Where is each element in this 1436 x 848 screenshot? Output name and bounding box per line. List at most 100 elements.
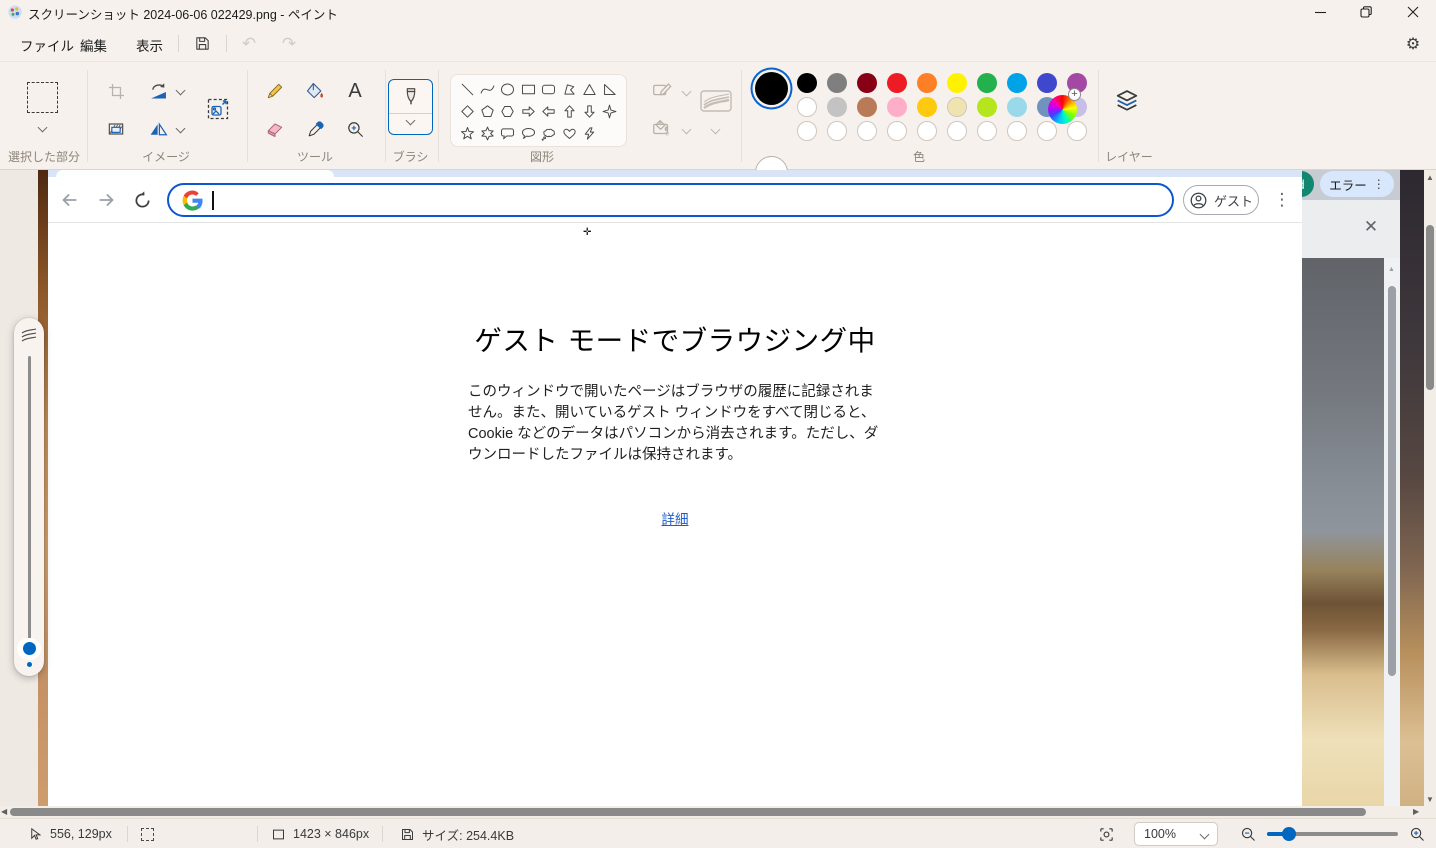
pencil-icon[interactable] xyxy=(260,76,290,106)
palette-swatch-ff7f27[interactable] xyxy=(917,73,937,93)
close-button[interactable] xyxy=(1390,0,1436,24)
shape-ellipse-icon[interactable] xyxy=(498,80,517,99)
palette-swatch-empty-6[interactable] xyxy=(977,121,997,141)
shape-star-six-icon[interactable] xyxy=(478,124,497,143)
palette-swatch-empty-9[interactable] xyxy=(1067,121,1087,141)
palette-swatch-3f48cc[interactable] xyxy=(1037,73,1057,93)
scroll-right-arrow-icon[interactable]: ▶ xyxy=(1413,806,1419,818)
zoom-in-icon[interactable] xyxy=(1409,826,1426,843)
shape-fill-chevron-icon[interactable] xyxy=(682,125,692,135)
palette-swatch-fff200[interactable] xyxy=(947,73,967,93)
palette-swatch-000000[interactable] xyxy=(797,73,817,93)
color1-swatch[interactable] xyxy=(755,72,788,105)
brush-size-track[interactable] xyxy=(28,356,31,652)
rotate-icon[interactable] xyxy=(143,76,173,106)
brush-chevron-icon xyxy=(406,116,416,126)
selection-chevron-icon[interactable] xyxy=(38,123,48,133)
undo-icon[interactable]: ↶ xyxy=(236,31,262,56)
palette-swatch-ffaec9[interactable] xyxy=(887,97,907,117)
palette-swatch-b97a57[interactable] xyxy=(857,97,877,117)
shape-speech-cloud-icon[interactable] xyxy=(539,124,558,143)
shape-star-four-icon[interactable] xyxy=(600,102,619,121)
shape-heart-icon[interactable] xyxy=(560,124,579,143)
flip-chevron-icon[interactable] xyxy=(176,124,186,134)
minimize-button[interactable] xyxy=(1297,0,1343,24)
palette-swatch-empty-5[interactable] xyxy=(947,121,967,141)
vertical-scrollbar[interactable]: ▲ ▼ xyxy=(1424,170,1436,818)
palette-swatch-880015[interactable] xyxy=(857,73,877,93)
palette-swatch-empty-4[interactable] xyxy=(917,121,937,141)
magnifier-icon[interactable] xyxy=(340,114,370,144)
zoom-level-dropdown[interactable]: 100% xyxy=(1134,822,1218,846)
shape-rounded-rectangle-icon[interactable] xyxy=(539,80,558,99)
shape-arrow-up-icon[interactable] xyxy=(560,102,579,121)
palette-swatch-00a2e8[interactable] xyxy=(1007,73,1027,93)
shape-diamond-icon[interactable] xyxy=(458,102,477,121)
settings-gear-icon[interactable]: ⚙ xyxy=(1400,31,1426,56)
selection-tool[interactable] xyxy=(27,82,58,113)
vertical-scrollbar-thumb[interactable] xyxy=(1426,225,1434,390)
palette-swatch-ffc90e[interactable] xyxy=(917,97,937,117)
rotate-chevron-icon[interactable] xyxy=(176,86,186,96)
shape-arrow-down-icon[interactable] xyxy=(580,102,599,121)
resize-skew-icon[interactable] xyxy=(101,114,131,144)
resize-image-icon[interactable] xyxy=(203,94,233,124)
shape-hexagon-icon[interactable] xyxy=(498,102,517,121)
palette-swatch-ed1c24[interactable] xyxy=(887,73,907,93)
horizontal-scrollbar[interactable]: ◀ ▶ xyxy=(0,806,1424,818)
shape-arrow-right-icon[interactable] xyxy=(519,102,538,121)
menu-edit[interactable]: 編集 xyxy=(72,32,115,56)
shape-triangle-icon[interactable] xyxy=(580,80,599,99)
palette-swatch-ffffff[interactable] xyxy=(797,97,817,117)
zoom-out-icon[interactable] xyxy=(1240,826,1257,843)
palette-swatch-empty-3[interactable] xyxy=(887,121,907,141)
palette-swatch-empty-0[interactable] xyxy=(797,121,817,141)
layers-icon[interactable] xyxy=(1113,87,1143,117)
palette-swatch-empty-1[interactable] xyxy=(827,121,847,141)
scroll-left-arrow-icon[interactable]: ◀ xyxy=(1,806,7,818)
color-picker-icon[interactable] xyxy=(300,114,330,144)
palette-swatch-c3c3c3[interactable] xyxy=(827,97,847,117)
palette-swatch-empty-2[interactable] xyxy=(857,121,877,141)
fit-to-window-icon[interactable] xyxy=(1098,826,1115,843)
brush-tool-button[interactable] xyxy=(388,79,433,135)
redo-icon[interactable]: ↷ xyxy=(276,31,302,56)
menu-view[interactable]: 表示 xyxy=(128,32,171,56)
scroll-down-arrow-icon[interactable]: ▼ xyxy=(1426,794,1434,806)
shape-arrow-left-icon[interactable] xyxy=(539,102,558,121)
eraser-icon[interactable] xyxy=(260,114,290,144)
save-icon[interactable] xyxy=(189,31,215,56)
shape-speech-rectangle-icon[interactable] xyxy=(498,124,517,143)
scroll-up-arrow-icon[interactable]: ▲ xyxy=(1426,172,1434,184)
palette-swatch-7f7f7f[interactable] xyxy=(827,73,847,93)
shape-speech-oval-icon[interactable] xyxy=(519,124,538,143)
crop-icon[interactable] xyxy=(101,76,131,106)
shape-polygon-icon[interactable] xyxy=(560,80,579,99)
maximize-button[interactable] xyxy=(1343,0,1389,24)
text-tool-icon[interactable]: A xyxy=(340,76,370,106)
shape-lightning-icon[interactable] xyxy=(580,124,599,143)
fill-bucket-icon[interactable] xyxy=(300,76,330,106)
palette-swatch-22b14c[interactable] xyxy=(977,73,997,93)
shape-curve-icon[interactable] xyxy=(478,80,497,99)
zoom-slider-knob[interactable] xyxy=(1282,827,1296,841)
shape-star-five-icon[interactable] xyxy=(458,124,477,143)
palette-swatch-99d9ea[interactable] xyxy=(1007,97,1027,117)
flip-icon[interactable] xyxy=(143,114,173,144)
shape-line-icon[interactable] xyxy=(458,80,477,99)
shape-fill-icon[interactable]: 0 xyxy=(650,117,674,139)
shape-outline-icon[interactable] xyxy=(650,79,674,101)
palette-swatch-empty-7[interactable] xyxy=(1007,121,1027,141)
stroke-size-icon[interactable] xyxy=(698,86,734,116)
palette-swatch-b5e61d[interactable] xyxy=(977,97,997,117)
palette-swatch-empty-8[interactable] xyxy=(1037,121,1057,141)
shape-pentagon-icon[interactable] xyxy=(478,102,497,121)
horizontal-scrollbar-thumb[interactable] xyxy=(10,808,1366,816)
paint-canvas[interactable]: ゲスト ⋮ ✛ ゲスト モードでブラウジング中 このウィンドウで開いたページはブ… xyxy=(0,170,1424,806)
palette-swatch-efe4b0[interactable] xyxy=(947,97,967,117)
shape-rectangle-icon[interactable] xyxy=(519,80,538,99)
shape-right-triangle-icon[interactable] xyxy=(600,80,619,99)
stroke-size-chevron-icon[interactable] xyxy=(711,125,721,135)
shape-outline-chevron-icon[interactable] xyxy=(682,87,692,97)
brush-size-knob[interactable] xyxy=(23,642,36,655)
